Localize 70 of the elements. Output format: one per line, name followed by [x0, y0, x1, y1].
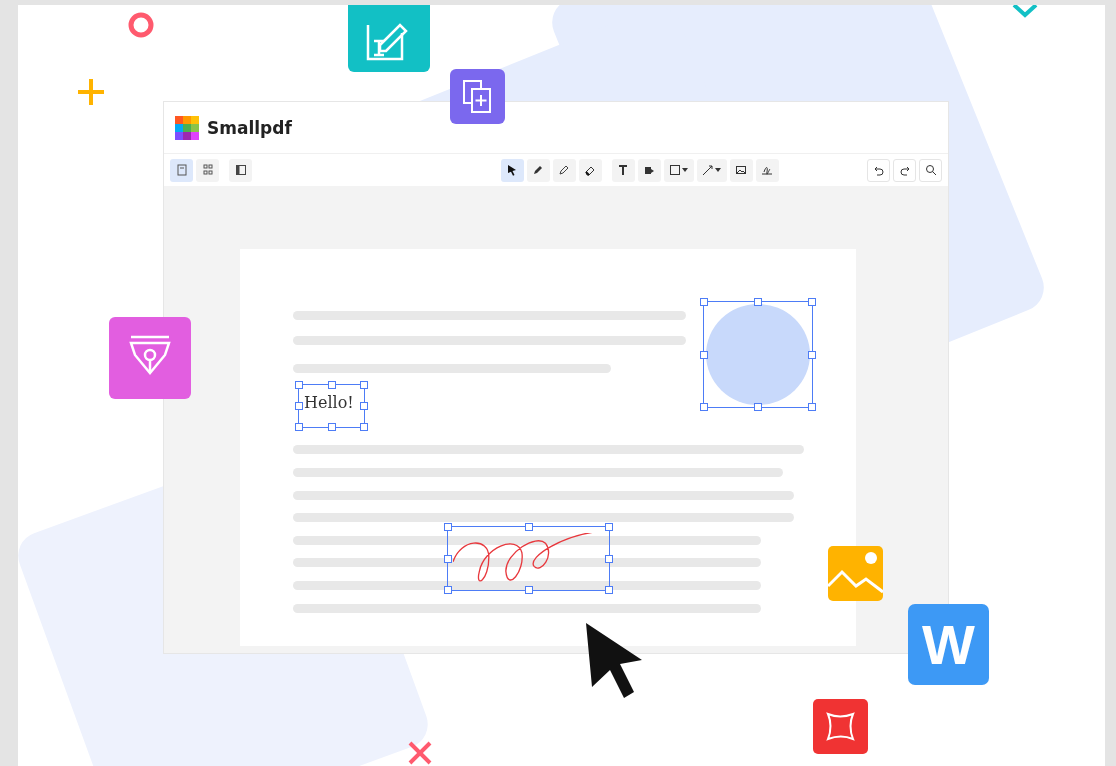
- caret-icon: [715, 168, 721, 172]
- text-annotation[interactable]: Hello!: [304, 393, 354, 412]
- sign-tool-button[interactable]: [755, 158, 779, 182]
- cross-icon: [406, 739, 434, 766]
- eraser-icon: [584, 164, 596, 176]
- sidebar-button[interactable]: [229, 158, 252, 182]
- image-icon: [735, 164, 747, 176]
- signature-icon: [761, 164, 773, 176]
- warp-shape-icon: [813, 699, 868, 754]
- undo-icon: [872, 164, 885, 176]
- stamp-tool-button[interactable]: [637, 158, 661, 182]
- selection-box[interactable]: Hello!: [298, 384, 365, 428]
- selection-box[interactable]: [447, 526, 610, 591]
- resize-handle[interactable]: [327, 381, 336, 389]
- resize-handle[interactable]: [754, 298, 762, 306]
- grid-icon: [201, 164, 214, 176]
- redo-icon: [898, 164, 911, 176]
- resize-handle[interactable]: [754, 403, 762, 411]
- highlighter-tool-button[interactable]: [552, 158, 576, 182]
- pen-tool-button[interactable]: [526, 158, 550, 182]
- resize-handle[interactable]: [295, 402, 303, 410]
- resize-handle[interactable]: [295, 381, 303, 389]
- pointer-icon: [506, 164, 518, 176]
- resize-handle[interactable]: [808, 350, 816, 359]
- resize-handle[interactable]: [524, 523, 533, 531]
- ring-icon: [126, 10, 156, 40]
- line-icon: [702, 164, 714, 176]
- resize-handle[interactable]: [360, 402, 368, 410]
- caret-icon: [682, 168, 688, 172]
- select-tool-button[interactable]: [500, 158, 524, 182]
- pen-icon: [532, 164, 544, 176]
- redo-button[interactable]: [893, 158, 916, 182]
- search-icon: [924, 164, 937, 176]
- word-document-icon: W: [908, 604, 989, 685]
- resize-handle[interactable]: [524, 586, 533, 594]
- resize-handle[interactable]: [327, 423, 336, 431]
- plus-icon: [76, 77, 106, 107]
- undo-button[interactable]: [867, 158, 890, 182]
- resize-handle[interactable]: [295, 423, 303, 431]
- resize-handle[interactable]: [605, 586, 613, 594]
- app-logo-icon: [175, 115, 199, 140]
- resize-handle[interactable]: [360, 381, 368, 389]
- resize-handle[interactable]: [605, 523, 613, 531]
- resize-handle[interactable]: [360, 423, 368, 431]
- resize-handle[interactable]: [700, 403, 708, 411]
- square-icon: [669, 164, 681, 176]
- page-icon: [175, 164, 188, 176]
- search-button[interactable]: [919, 158, 942, 182]
- cursor-icon: [585, 622, 643, 699]
- resize-handle[interactable]: [444, 586, 452, 594]
- resize-handle[interactable]: [605, 554, 613, 563]
- highlighter-icon: [558, 164, 570, 176]
- stamp-icon: [643, 164, 655, 176]
- shape-tool-button[interactable]: [663, 158, 694, 182]
- resize-handle[interactable]: [444, 523, 452, 531]
- chevron-icon: [1010, 5, 1040, 19]
- app-name: Smallpdf: [207, 117, 292, 138]
- image-tool-button[interactable]: [729, 158, 753, 182]
- eraser-tool-button[interactable]: [578, 158, 602, 182]
- resize-handle[interactable]: [444, 554, 452, 563]
- sidebar-icon: [234, 164, 247, 176]
- page-view-button[interactable]: [170, 158, 193, 182]
- text-tool-button[interactable]: [611, 158, 635, 182]
- text-icon: [617, 164, 629, 176]
- grid-view-button[interactable]: [196, 158, 219, 182]
- line-tool-button[interactable]: [696, 158, 727, 182]
- resize-handle[interactable]: [808, 298, 816, 306]
- resize-handle[interactable]: [700, 298, 708, 306]
- resize-handle[interactable]: [808, 403, 816, 411]
- resize-handle[interactable]: [700, 350, 708, 359]
